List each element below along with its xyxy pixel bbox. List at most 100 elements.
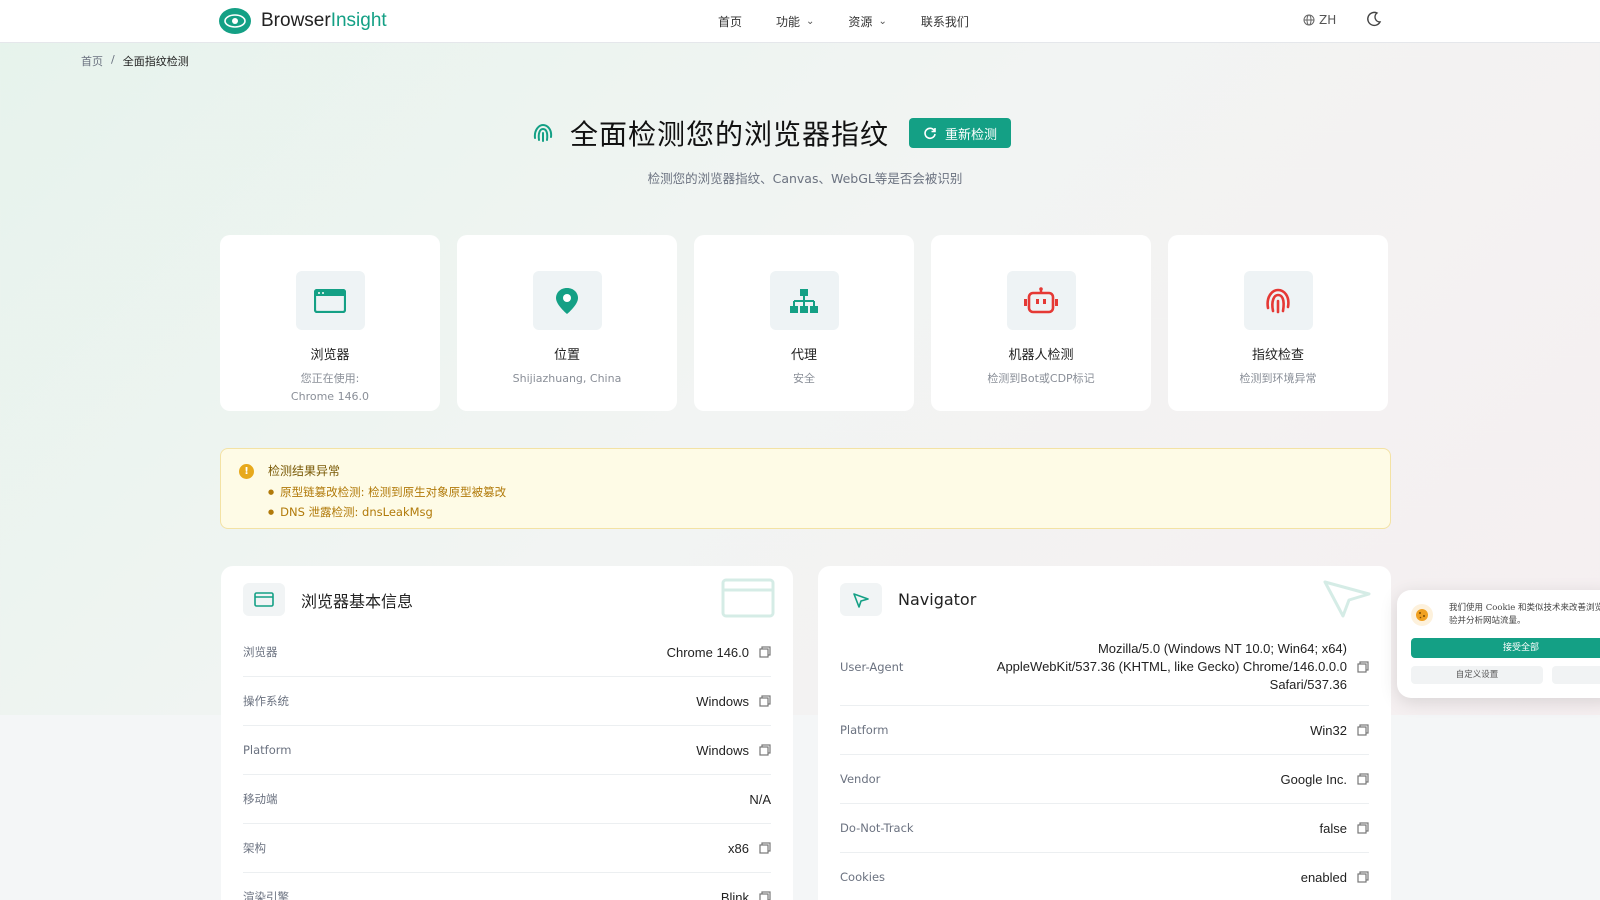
- main-nav: 首页 功能 ⌄ 资源 ⌄ 联系我们: [718, 13, 969, 30]
- nav-features-label: 功能: [776, 15, 801, 29]
- custom-settings-button[interactable]: 自定义设置: [1411, 666, 1543, 684]
- row-value-wrap: Windows: [696, 743, 771, 758]
- info-row-dnt: Do-Not-Track false: [840, 804, 1369, 853]
- card-title: 机器人检测: [1008, 348, 1074, 363]
- card-title: 代理: [790, 348, 817, 363]
- copy-icon[interactable]: [759, 695, 771, 707]
- card-location[interactable]: 位置 Shijiazhuang, China: [457, 235, 677, 411]
- alert-title: 检测结果异常: [268, 464, 341, 478]
- copy-icon[interactable]: [759, 744, 771, 756]
- row-value: N/A: [749, 791, 771, 807]
- row-label: 浏览器: [243, 645, 278, 659]
- nav-home[interactable]: 首页: [718, 13, 742, 30]
- row-label: Platform: [243, 743, 292, 757]
- card-subtitle: 安全: [793, 372, 815, 385]
- row-value-wrap: Mozilla/5.0 (Windows NT 10.0; Win64; x64…: [927, 640, 1369, 694]
- breadcrumb-current: 全面指纹检测: [122, 55, 189, 68]
- row-label: 架构: [243, 841, 266, 855]
- browser-window-icon: [295, 271, 365, 330]
- copy-icon[interactable]: [1357, 822, 1369, 834]
- info-row-os: 操作系统 Windows: [243, 677, 771, 726]
- top-navbar: BrowserInsight 首页 功能 ⌄ 资源 ⌄ 联系我们 ZH: [0, 0, 1600, 43]
- location-pin-icon: [532, 271, 602, 330]
- breadcrumb: 首页 / 全面指纹检测: [81, 53, 189, 69]
- row-label: User-Agent: [840, 659, 904, 674]
- brand-logo[interactable]: BrowserInsight: [219, 8, 387, 34]
- cookie-consent-popup: 我们使用 Cookie 和类似技术来改善浏览体验并分析网站流量。 接受全部 自定…: [1397, 590, 1600, 698]
- alert-list: 原型链篡改检测: 检测到原生对象原型被篡改 DNS 泄露检测: dnsLeakM…: [268, 482, 506, 522]
- warning-icon: !: [239, 464, 254, 479]
- row-value: x86: [728, 840, 749, 856]
- copy-icon[interactable]: [1357, 660, 1369, 673]
- cursor-arrow-icon: [840, 583, 882, 616]
- panel-header: 浏览器基本信息: [243, 583, 413, 616]
- anomaly-alert: ! 检测结果异常 原型链篡改检测: 检测到原生对象原型被篡改 DNS 泄露检测:…: [220, 448, 1391, 529]
- row-value-wrap: Blink: [721, 890, 771, 900]
- copy-icon[interactable]: [1357, 724, 1369, 736]
- row-label: Vendor: [840, 772, 881, 786]
- dark-mode-toggle[interactable]: [1366, 11, 1382, 31]
- browser-window-icon: [243, 583, 285, 616]
- fingerprint-warning-icon: [1243, 271, 1313, 330]
- nav-home-label: 首页: [718, 15, 743, 29]
- row-label: Platform: [840, 723, 889, 737]
- user-agent-value: Mozilla/5.0 (Windows NT 10.0; Win64; x64…: [927, 640, 1347, 694]
- hero-subtitle: 检测您的浏览器指纹、Canvas、WebGL等是否会被识别: [647, 171, 963, 186]
- breadcrumb-home[interactable]: 首页: [81, 53, 103, 69]
- cookie-secondary-button[interactable]: [1552, 666, 1600, 684]
- card-proxy[interactable]: 代理 安全: [694, 235, 914, 411]
- page-title: 全面检测您的浏览器指纹: [570, 118, 890, 151]
- info-row-engine: 渲染引擎 Blink: [243, 873, 771, 900]
- moon-icon: [1367, 11, 1382, 27]
- nav-features[interactable]: 功能 ⌄: [776, 13, 814, 30]
- card-subtitle: 检测到Bot或CDP标记: [987, 372, 1095, 385]
- card-fingerprint-check[interactable]: 指纹检查 检测到环境异常: [1168, 235, 1388, 411]
- browser-info-panel: 浏览器基本信息 浏览器 Chrome 146.0 操作系统 Windows Pl…: [221, 566, 793, 900]
- row-value: Google Inc.: [1280, 771, 1348, 787]
- card-browser[interactable]: 浏览器 您正在使用: Chrome 146.0: [220, 235, 440, 411]
- copy-icon[interactable]: [1357, 871, 1369, 883]
- card-bot-detection[interactable]: 机器人检测 检测到Bot或CDP标记: [931, 235, 1151, 411]
- recheck-button[interactable]: 重新检测: [909, 118, 1012, 148]
- card-subtitle-line2: Chrome 146.0: [290, 390, 370, 403]
- card-subtitle: 您正在使用: Chrome 146.0: [291, 370, 369, 406]
- copy-icon[interactable]: [759, 842, 771, 854]
- info-row-browser: 浏览器 Chrome 146.0: [243, 628, 771, 677]
- row-label: Do-Not-Track: [840, 821, 914, 835]
- hero-heading: 全面检测您的浏览器指纹 重新检测: [530, 113, 1012, 153]
- info-row-mobile: 移动端 N/A: [243, 775, 771, 824]
- chevron-down-icon: ⌄: [806, 16, 815, 27]
- language-label: ZH: [1319, 13, 1337, 27]
- cursor-arrow-watermark-icon: [1321, 578, 1373, 624]
- copy-icon[interactable]: [759, 646, 771, 658]
- row-label: 渲染引擎: [243, 890, 289, 900]
- accept-all-button[interactable]: 接受全部: [1411, 638, 1600, 658]
- brand-name-accent: Insight: [330, 10, 387, 31]
- panel-header: Navigator: [840, 583, 976, 616]
- card-title: 位置: [553, 348, 580, 363]
- row-value-wrap: Google Inc.: [1281, 772, 1370, 787]
- copy-icon[interactable]: [759, 891, 771, 900]
- card-subtitle: 检测到环境异常: [1239, 372, 1317, 385]
- language-switcher[interactable]: ZH: [1303, 13, 1336, 27]
- panel-title: Navigator: [898, 590, 977, 609]
- card-subtitle: Shijiazhuang, China: [512, 372, 622, 385]
- summary-cards: 浏览器 您正在使用: Chrome 146.0 位置 Shijiazhuang, …: [220, 235, 1388, 411]
- row-label: 移动端: [243, 792, 278, 806]
- row-value-wrap: Win32: [1310, 723, 1369, 738]
- row-value-wrap: Chrome 146.0: [667, 645, 771, 660]
- copy-icon[interactable]: [1357, 773, 1369, 785]
- card-title: 指纹检查: [1251, 348, 1304, 363]
- info-row-platform: Platform Windows: [243, 726, 771, 775]
- nav-resources[interactable]: 资源 ⌄: [848, 13, 886, 30]
- row-value: Blink: [720, 889, 749, 900]
- row-value-wrap: N/A: [749, 792, 771, 807]
- globe-icon: [1303, 14, 1315, 26]
- fingerprint-icon: [533, 123, 553, 142]
- navigator-panel: Navigator User-Agent Mozilla/5.0 (Window…: [818, 566, 1391, 900]
- alert-item: 原型链篡改检测: 检测到原生对象原型被篡改: [268, 482, 506, 502]
- nav-contact[interactable]: 联系我们: [921, 13, 969, 30]
- browser-info-rows: 浏览器 Chrome 146.0 操作系统 Windows Platform W…: [243, 628, 771, 900]
- recheck-label: 重新检测: [945, 126, 998, 142]
- eye-logo-icon: [219, 8, 251, 34]
